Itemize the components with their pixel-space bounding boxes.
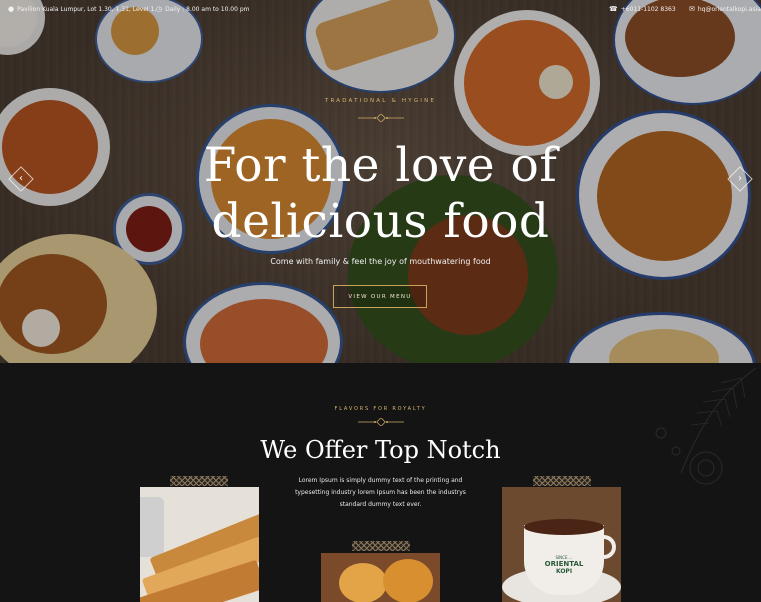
card-toast[interactable] [140, 487, 259, 602]
hero-banner: ● Pavilion Kuala Lumpur, Lot 1.30, 1.31,… [0, 0, 761, 363]
phone-icon: ☎ [609, 5, 618, 13]
hero-title: For the love of delicious food [0, 138, 761, 250]
cup-label: SINCE ... ORIENTAL KOPI [534, 555, 594, 575]
view-menu-button[interactable]: VIEW OUR MENU [333, 285, 427, 308]
cup-shape [140, 497, 164, 557]
card-pattern-2 [352, 541, 410, 551]
phone-text[interactable]: +6011-1102 8363 [621, 6, 676, 13]
card-pattern-3 [533, 476, 591, 486]
cup-label-line2: ORIENTAL [544, 560, 584, 568]
mail-icon: ✉ [689, 5, 695, 13]
address-text: Pavilion Kuala Lumpur, Lot 1.30, 1.31, L… [17, 6, 157, 13]
clock-icon: ◷ [156, 5, 163, 13]
cup-label-line3: KOPI [555, 568, 573, 575]
section-title: We Offer Top Notch [260, 436, 501, 464]
hours-info: ◷ Daily : 8.00 am to 10.00 pm [156, 5, 250, 14]
hero-title-line2: delicious food [211, 194, 550, 249]
section-body: Lorem Ipsum is simply dummy text of the … [295, 477, 466, 508]
card-coffee[interactable]: SINCE ... ORIENTAL KOPI [502, 487, 621, 602]
email-text[interactable]: hq@orientalkopi.asia [698, 6, 761, 13]
section-eyebrow: FLAVORS FOR ROYALTY [334, 406, 427, 412]
email-link[interactable]: ✉ hq@orientalkopi.asia [689, 5, 761, 14]
tart-2 [383, 559, 433, 602]
card-pattern-1 [170, 476, 228, 486]
hero-eyebrow: TRADATIONAL & HYGINE [324, 98, 437, 104]
section-ornament-icon [357, 418, 404, 426]
map-pin-icon: ● [8, 5, 15, 13]
cup-handle [598, 535, 616, 559]
tart-1 [339, 563, 387, 602]
top-info-bar: ● Pavilion Kuala Lumpur, Lot 1.30, 1.31,… [0, 0, 761, 20]
card-egg-tart[interactable] [321, 553, 440, 602]
leaf-sketch-icon [655, 367, 757, 485]
offer-section: FLAVORS FOR ROYALTY We Offer Top Notch L… [0, 363, 761, 602]
coffee-cup: SINCE ... ORIENTAL KOPI [524, 519, 604, 595]
ornament-divider-icon [357, 114, 404, 122]
hero-title-line1: For the love of [203, 138, 558, 193]
hours-text: Daily : 8.00 am to 10.00 pm [165, 6, 250, 13]
separator-dot: · [139, 6, 141, 13]
coffee-surface [524, 519, 604, 535]
hero-subtitle: Come with family & feel the joy of mouth… [270, 257, 491, 266]
phone-link[interactable]: ☎ +6011-1102 8363 [609, 5, 676, 14]
address-info: ● Pavilion Kuala Lumpur, Lot 1.30, 1.31,… [8, 5, 157, 14]
